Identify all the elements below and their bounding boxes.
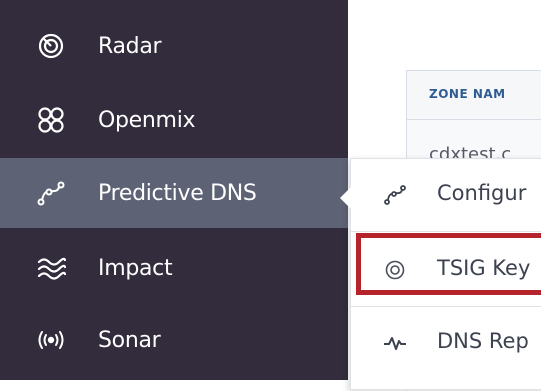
impact-icon [36,253,66,283]
sidebar-item-predictive-dns[interactable]: Predictive DNS [0,158,348,228]
sidebar-item-impact[interactable]: Impact [0,236,348,300]
menu-item-configure[interactable]: Configur [351,159,541,232]
menu-item-label: TSIG Key [437,256,531,280]
sidebar-item-label: Radar [98,33,162,59]
sidebar: Radar Openmix Predictive DNS Impact Sona… [0,0,348,380]
tsig-key-icon [383,258,407,282]
sidebar-item-radar[interactable]: Radar [0,14,348,78]
sidebar-item-openmix[interactable]: Openmix [0,88,348,152]
column-header-zone-name[interactable]: ZONE NAM [429,87,506,101]
flyout-pointer [340,186,352,210]
menu-item-label: Configur [437,181,527,205]
predictive-dns-flyout-menu: Configur TSIG Key DNS Rep [350,158,541,390]
menu-item-label: DNS Rep [437,329,529,353]
sidebar-item-label: Predictive DNS [98,180,257,206]
menu-item-tsig-key[interactable]: TSIG Key [351,234,541,307]
sidebar-item-sonar[interactable]: Sonar [0,308,348,372]
sonar-icon [36,325,66,355]
radar-icon [36,31,66,61]
openmix-icon [36,105,66,135]
sidebar-item-label: Openmix [98,107,196,133]
table-header: ZONE NAM [407,71,541,120]
dns-report-icon [383,331,407,355]
menu-item-dns-report[interactable]: DNS Rep [351,307,541,379]
configure-icon [383,183,407,207]
sidebar-item-label: Sonar [98,327,161,353]
predictive-dns-icon [36,178,66,208]
sidebar-item-label: Impact [98,255,173,281]
